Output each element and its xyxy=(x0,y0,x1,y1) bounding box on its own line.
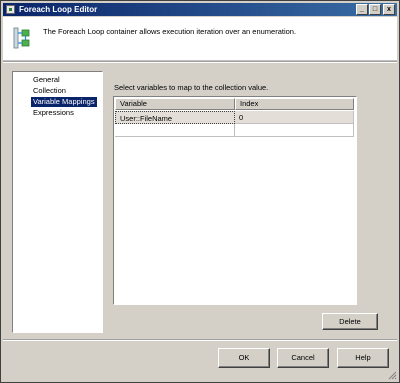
header-description: The Foreach Loop container allows execut… xyxy=(43,27,297,36)
grid-cell-variable-new[interactable] xyxy=(115,124,235,137)
instruction-text: Select variables to map to the collectio… xyxy=(114,83,269,92)
close-button[interactable]: x xyxy=(383,4,395,15)
ok-button[interactable]: OK xyxy=(218,348,270,368)
nav-item-collection[interactable]: Collection xyxy=(31,86,68,96)
nav-item-variable-mappings[interactable]: Variable Mappings xyxy=(31,97,97,107)
delete-button[interactable]: Delete xyxy=(322,313,378,330)
maximize-button[interactable]: □ xyxy=(369,4,381,15)
title-bar[interactable]: Foreach Loop Editor _ □ x xyxy=(3,3,397,16)
app-icon xyxy=(6,5,15,14)
column-header-variable[interactable]: Variable xyxy=(115,98,235,110)
header-area: The Foreach Loop container allows execut… xyxy=(3,17,397,61)
header-divider xyxy=(3,61,397,63)
nav-item-expressions[interactable]: Expressions xyxy=(31,108,76,118)
variable-mappings-grid: Variable Index User::FileName 0 xyxy=(113,96,357,305)
nav-item-general[interactable]: General xyxy=(31,75,62,85)
help-button[interactable]: Help xyxy=(337,348,389,368)
column-header-index[interactable]: Index xyxy=(235,98,354,110)
foreach-loop-editor-window: Foreach Loop Editor _ □ x The Foreach Lo… xyxy=(0,0,400,383)
window-controls: _ □ x xyxy=(355,4,395,15)
grid-cell-variable[interactable]: User::FileName xyxy=(115,111,235,124)
grid-cell-index-new[interactable] xyxy=(235,124,354,137)
footer-divider xyxy=(3,339,397,341)
cancel-button[interactable]: Cancel xyxy=(277,348,329,368)
minimize-button[interactable]: _ xyxy=(356,4,368,15)
nav-panel: General Collection Variable Mappings Exp… xyxy=(12,71,103,333)
window-title: Foreach Loop Editor xyxy=(19,5,98,14)
foreach-loop-icon xyxy=(13,27,30,49)
resize-grip-icon[interactable] xyxy=(387,370,397,380)
grid-cell-index[interactable]: 0 xyxy=(235,111,354,124)
